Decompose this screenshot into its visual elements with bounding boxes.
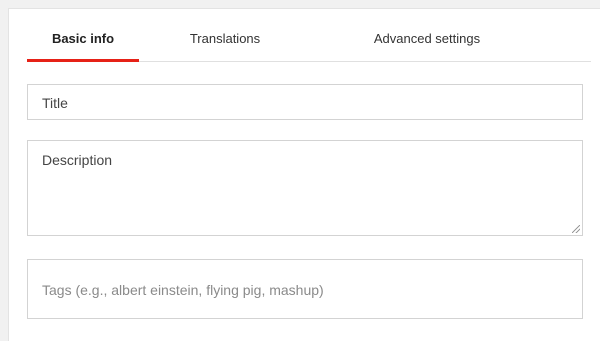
tab-basic-info[interactable]: Basic info [27,9,139,62]
description-placeholder: Description [42,152,113,168]
tags-input[interactable]: Tags (e.g., albert einstein, flying pig,… [27,259,583,319]
tab-translations-label: Translations [189,31,261,46]
tags-placeholder: Tags (e.g., albert einstein, flying pig,… [42,282,324,298]
active-tab-indicator [27,59,139,62]
video-details-panel: Basic info Translations Advanced setting… [8,8,600,341]
tab-translations[interactable]: Translations [165,9,285,61]
tab-advanced-settings[interactable]: Advanced settings [327,9,527,61]
title-placeholder: Title [42,95,68,111]
description-textarea[interactable]: Description [27,140,583,236]
tab-advanced-settings-label: Advanced settings [373,31,481,46]
tab-basic-info-label: Basic info [51,31,115,46]
resize-handle-icon[interactable] [572,225,580,233]
title-input[interactable]: Title [27,84,583,120]
tab-bar: Basic info Translations Advanced setting… [27,9,591,62]
